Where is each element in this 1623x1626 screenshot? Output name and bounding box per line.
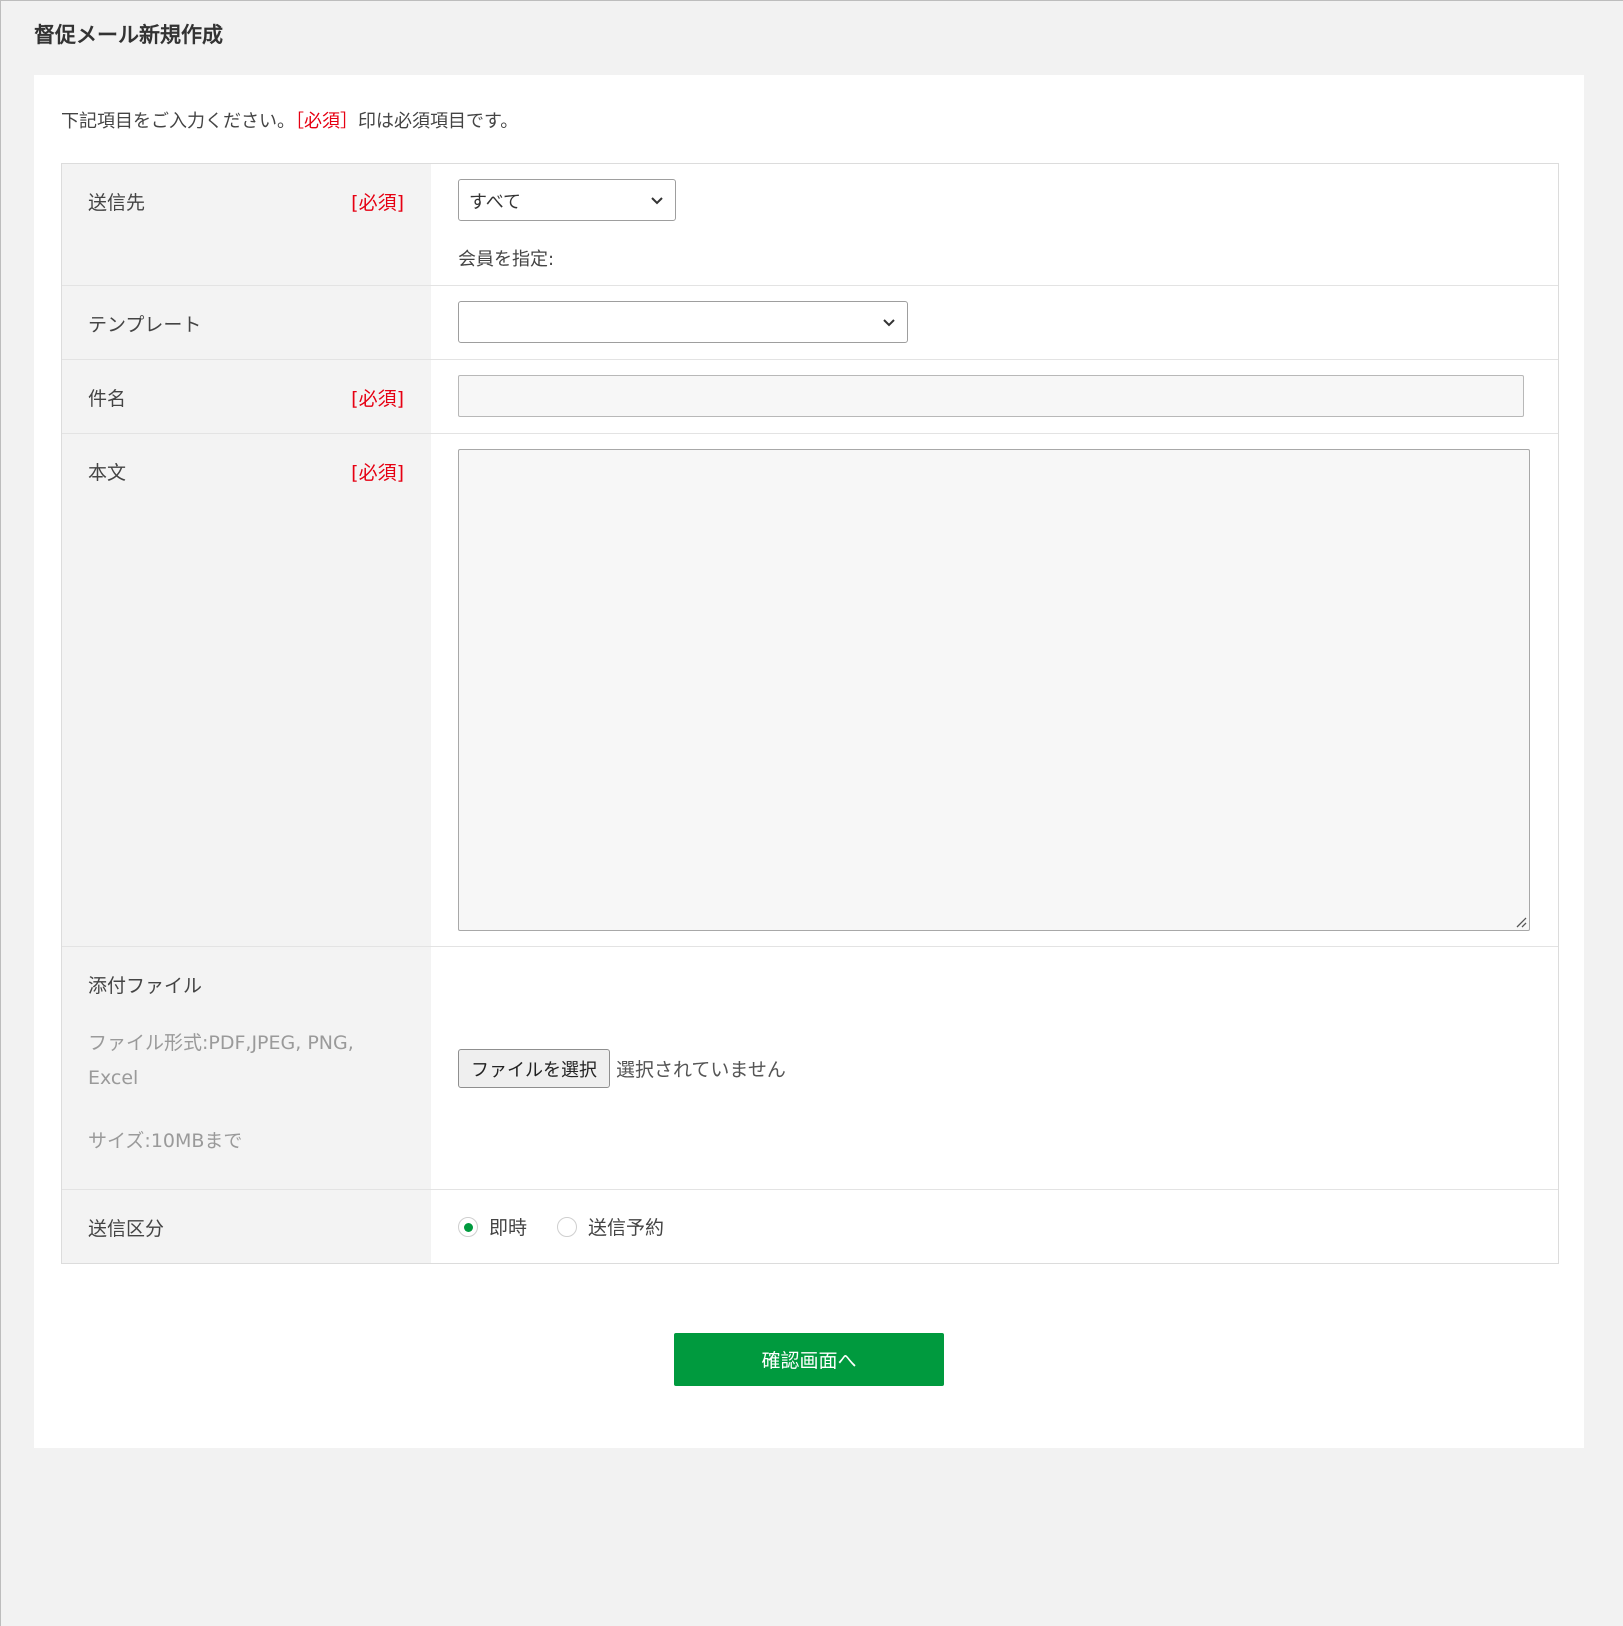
subject-label: 件名 bbox=[88, 388, 127, 410]
chevron-down-icon bbox=[883, 319, 895, 327]
recipient-header: 送信先 [必須] bbox=[62, 164, 431, 285]
send-type-cell: 即時 送信予約 bbox=[431, 1190, 1558, 1263]
attachment-size-note: サイズ:10MBまで bbox=[88, 1130, 243, 1152]
attachment-header: 添付ファイル ファイル形式:PDF,JPEG, PNG, Excel サイズ:1… bbox=[62, 947, 431, 1189]
row-body: 本文 [必須] bbox=[62, 433, 1558, 946]
template-select[interactable] bbox=[458, 301, 908, 343]
recipient-select[interactable]: すべて bbox=[458, 179, 676, 221]
recipient-cell: すべて 会員を指定: bbox=[431, 164, 1558, 285]
required-badge: [必須] bbox=[351, 388, 404, 410]
radio-immediate-label[interactable]: 即時 bbox=[489, 1213, 527, 1240]
intro-after: 印は必須項目です。 bbox=[358, 111, 519, 132]
recipient-label: 送信先 bbox=[88, 192, 146, 214]
send-type-label: 送信区分 bbox=[88, 1218, 165, 1240]
resize-handle-icon[interactable] bbox=[1513, 914, 1527, 928]
template-header: テンプレート bbox=[62, 286, 431, 359]
subject-header: 件名 [必須] bbox=[62, 360, 431, 433]
row-send-type: 送信区分 即時 送信予約 bbox=[62, 1189, 1558, 1263]
body-cell bbox=[431, 434, 1558, 946]
member-specify-label: 会員を指定: bbox=[458, 249, 555, 270]
send-type-header: 送信区分 bbox=[62, 1190, 431, 1263]
radio-scheduled[interactable] bbox=[557, 1216, 578, 1237]
body-label: 本文 bbox=[88, 462, 127, 484]
attachment-label: 添付ファイル bbox=[88, 975, 203, 997]
page: 督促メール新規作成 下記項目をご入力ください。［必須］印は必須項目です。 送信先… bbox=[0, 0, 1623, 1626]
intro-before: 下記項目をご入力ください。 bbox=[61, 111, 295, 132]
row-recipient: 送信先 [必須] すべて 会員を指定: bbox=[62, 164, 1558, 285]
chevron-down-icon bbox=[651, 197, 663, 205]
choose-file-button[interactable]: ファイルを選択 bbox=[458, 1048, 610, 1088]
subject-cell bbox=[431, 360, 1558, 433]
attachment-cell: ファイルを選択 選択されていません bbox=[431, 947, 1558, 1189]
radio-scheduled-label[interactable]: 送信予約 bbox=[588, 1213, 664, 1240]
recipient-select-value: すべて bbox=[469, 192, 522, 213]
confirm-button[interactable]: 確認画面へ bbox=[674, 1333, 944, 1386]
required-badge: [必須] bbox=[351, 192, 404, 214]
page-title: 督促メール新規作成 bbox=[34, 23, 223, 47]
file-status-text: 選択されていません bbox=[616, 1058, 786, 1081]
intro-required-mark: ［必須］ bbox=[295, 111, 358, 132]
send-type-radio-group: 即時 送信予約 bbox=[458, 1213, 694, 1240]
template-cell bbox=[431, 286, 1558, 359]
body-header: 本文 [必須] bbox=[62, 434, 431, 946]
row-subject: 件名 [必須] bbox=[62, 359, 1558, 433]
required-badge: [必須] bbox=[351, 462, 404, 484]
form-card: 下記項目をご入力ください。［必須］印は必須項目です。 送信先 [必須] すべて … bbox=[34, 75, 1584, 1448]
subject-input[interactable] bbox=[458, 375, 1524, 417]
row-attachment: 添付ファイル ファイル形式:PDF,JPEG, PNG, Excel サイズ:1… bbox=[62, 946, 1558, 1189]
attachment-format-note: ファイル形式:PDF,JPEG, PNG, Excel bbox=[88, 1032, 354, 1089]
body-textarea[interactable] bbox=[458, 449, 1530, 931]
row-template: テンプレート bbox=[62, 285, 1558, 359]
form-table: 送信先 [必須] すべて 会員を指定: テンプレート 件名 [必須] 本文 [必… bbox=[61, 163, 1559, 1264]
radio-immediate[interactable] bbox=[458, 1216, 478, 1237]
template-label: テンプレート bbox=[88, 314, 202, 336]
intro-text: 下記項目をご入力ください。［必須］印は必須項目です。 bbox=[61, 107, 518, 133]
